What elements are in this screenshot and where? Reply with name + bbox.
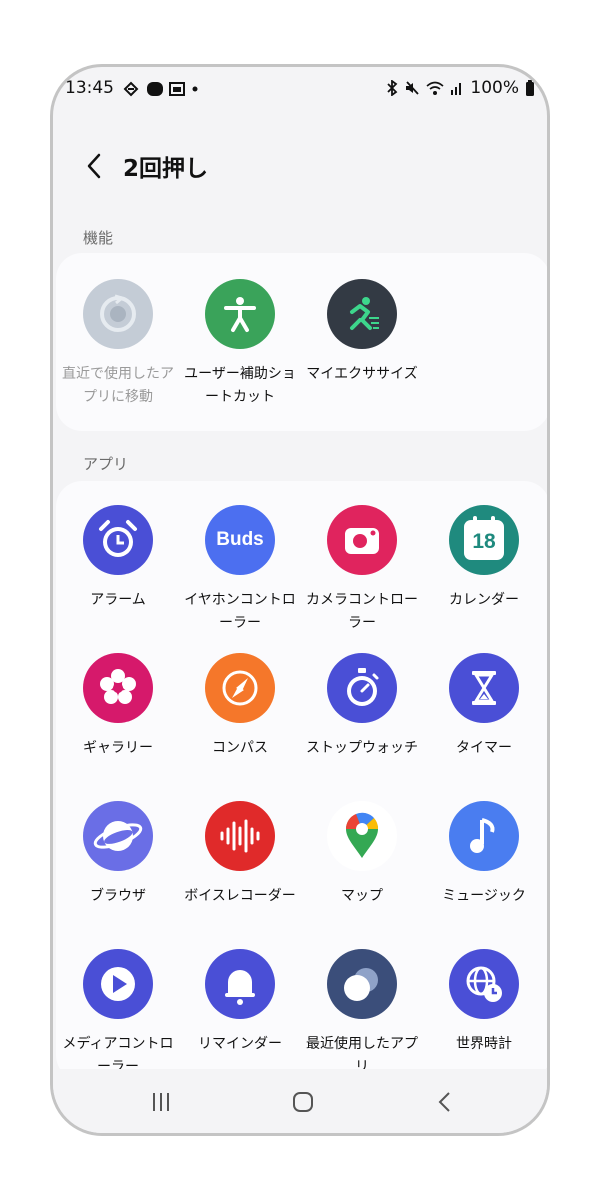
battery-icon	[526, 80, 534, 96]
app-label: カメラコントローラー	[306, 592, 418, 631]
app-label: 世界時計	[456, 1036, 512, 1052]
app-label: カレンダー	[449, 592, 519, 608]
app-label: ボイスレコーダー	[184, 888, 296, 904]
more-dot-icon	[192, 86, 198, 92]
play-icon	[83, 949, 153, 1019]
calendar-notification-icon	[169, 82, 185, 96]
accessibility-icon	[205, 279, 275, 349]
browser-planet-icon	[83, 801, 153, 871]
section-apps-label: アプリ	[83, 455, 129, 473]
app-recent-apps[interactable]: 最近使用したアプリ	[302, 949, 422, 1079]
app-music[interactable]: ミュージック	[424, 801, 544, 908]
app-calendar[interactable]: 18 カレンダー	[424, 505, 544, 612]
app-stopwatch[interactable]: ストップウォッチ	[302, 653, 422, 760]
app-world-clock[interactable]: 世界時計	[424, 949, 544, 1056]
chevron-left-icon	[87, 153, 101, 179]
page-title: 2回押し	[123, 156, 209, 182]
sync-icon	[123, 81, 139, 97]
app-browser[interactable]: ブラウザ	[58, 801, 178, 908]
section-features-label: 機能	[83, 229, 114, 247]
app-camera-controller[interactable]: カメラコントローラー	[302, 505, 422, 635]
running-icon	[327, 279, 397, 349]
app-reminder[interactable]: リマインダー	[180, 949, 300, 1056]
app-label: タイマー	[456, 740, 512, 756]
app-label: アラーム	[90, 592, 146, 608]
feature-label: マイエクササイズ	[306, 366, 418, 382]
app-label: ストップウォッチ	[306, 740, 418, 756]
apps-card: アラーム Buds イヤホンコントローラー カメラコントローラー 18 カレンダ…	[56, 481, 547, 1081]
maps-pin-icon	[327, 801, 397, 871]
stopwatch-icon	[327, 653, 397, 723]
app-voice-recorder[interactable]: ボイスレコーダー	[180, 801, 300, 908]
back-nav-button[interactable]	[425, 1085, 465, 1119]
alarm-clock-icon	[83, 505, 153, 575]
status-bar: 13:45 100%	[53, 67, 547, 111]
app-label: イヤホンコントローラー	[184, 592, 296, 631]
status-time: 13:45	[65, 78, 114, 98]
hourglass-icon	[449, 653, 519, 723]
app-alarm[interactable]: アラーム	[58, 505, 178, 612]
app-label: リマインダー	[198, 1036, 282, 1052]
compass-icon	[205, 653, 275, 723]
recent-apps-icon	[327, 949, 397, 1019]
recents-lines-icon	[153, 1093, 169, 1111]
phone-frame: 13:45 100% 2回押し 機能 直近で使用したアプリに移動 ユーザー補助シ…	[50, 64, 550, 1136]
mute-icon	[406, 81, 420, 95]
app-media-controller[interactable]: メディアコントローラー	[58, 949, 178, 1079]
home-nav-button[interactable]	[283, 1085, 323, 1119]
battery-percent: 100%	[470, 78, 519, 98]
app-gallery[interactable]: ギャラリー	[58, 653, 178, 760]
app-label: ブラウザ	[90, 888, 146, 904]
header: 2回押し	[53, 147, 547, 187]
recent-rotate-icon	[83, 279, 153, 349]
bluetooth-icon	[387, 80, 398, 96]
app-label: コンパス	[212, 740, 268, 756]
features-card: 直近で使用したアプリに移動 ユーザー補助ショートカット マイエクササイズ	[56, 253, 547, 431]
gallery-flower-icon	[83, 653, 153, 723]
feature-accessibility-shortcut[interactable]: ユーザー補助ショートカット	[180, 279, 300, 409]
recent-apps-nav-button[interactable]	[141, 1085, 181, 1119]
app-timer[interactable]: タイマー	[424, 653, 544, 760]
app-buds-controller[interactable]: Buds イヤホンコントローラー	[180, 505, 300, 635]
camera-icon	[327, 505, 397, 575]
world-clock-icon	[449, 949, 519, 1019]
wifi-icon	[426, 81, 444, 95]
buds-icon: Buds	[205, 505, 275, 575]
app-label: マップ	[341, 888, 383, 904]
bell-icon	[205, 949, 275, 1019]
app-label: ギャラリー	[83, 740, 153, 756]
calendar-icon: 18	[449, 505, 519, 575]
back-button[interactable]	[79, 149, 109, 183]
back-chevron-icon	[438, 1092, 450, 1112]
app-label: ミュージック	[442, 888, 526, 904]
navigation-bar	[53, 1069, 547, 1133]
voice-wave-icon	[205, 801, 275, 871]
app-compass[interactable]: コンパス	[180, 653, 300, 760]
feature-label: 直近で使用したアプリに移動	[62, 366, 174, 405]
signal-icon	[451, 83, 462, 95]
home-square-icon	[293, 1092, 313, 1112]
feature-recent-app[interactable]: 直近で使用したアプリに移動	[58, 279, 178, 409]
feature-my-exercise[interactable]: マイエクササイズ	[302, 279, 422, 386]
notification-badge-icon	[147, 82, 163, 96]
app-maps[interactable]: マップ	[302, 801, 422, 908]
music-note-icon	[449, 801, 519, 871]
feature-label: ユーザー補助ショートカット	[184, 366, 296, 405]
